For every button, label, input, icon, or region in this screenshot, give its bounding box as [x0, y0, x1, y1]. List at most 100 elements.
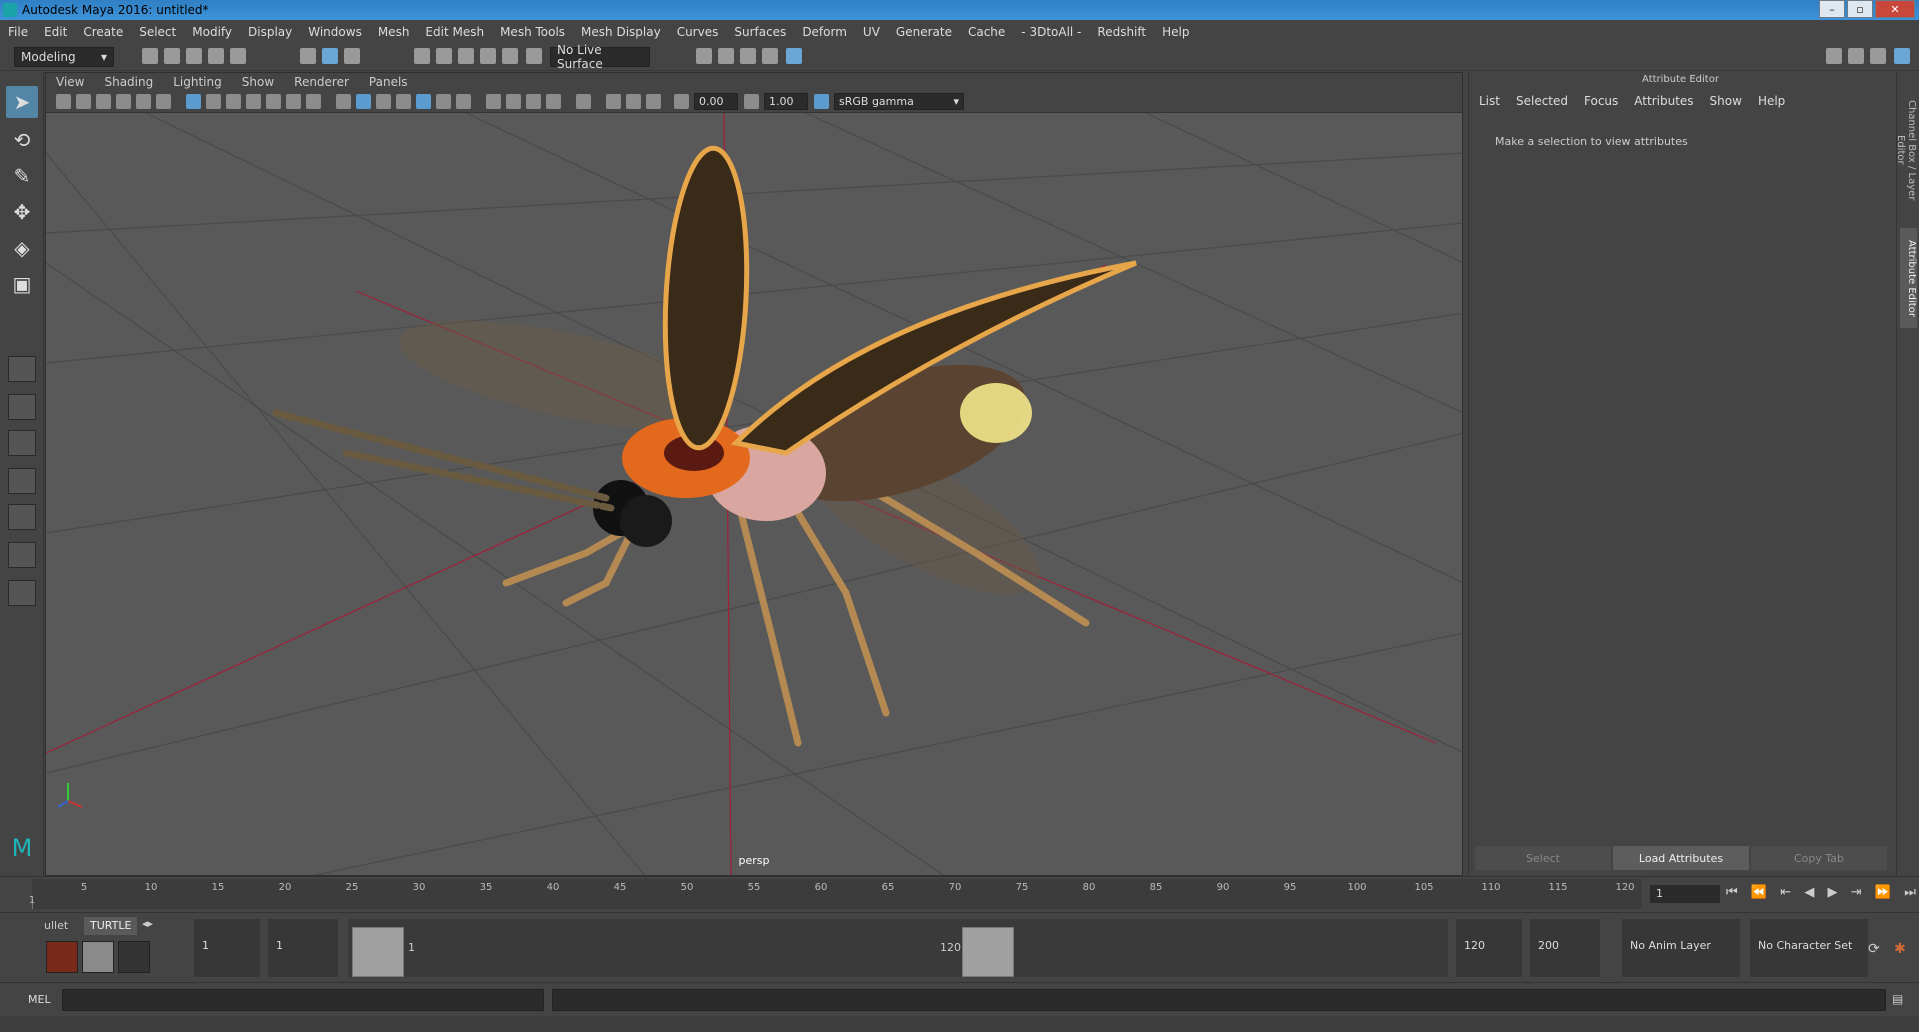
layout-four-panes-icon[interactable] [8, 394, 36, 420]
menu-curves[interactable]: Curves [669, 25, 727, 39]
menu-create[interactable]: Create [75, 25, 131, 39]
character-set-dropdown[interactable]: No Character Set [1750, 919, 1868, 977]
move-tool-icon[interactable]: ✥ [6, 196, 38, 228]
step-forward-frame-icon[interactable]: ⏩ [1875, 885, 1891, 903]
undo-icon[interactable] [208, 48, 224, 64]
bookmark-icon[interactable] [96, 94, 111, 109]
xray-icon[interactable] [606, 94, 621, 109]
render-frame-icon[interactable] [718, 48, 734, 64]
menu-windows[interactable]: Windows [300, 25, 370, 39]
redo-icon[interactable] [230, 48, 246, 64]
attr-menu-show[interactable]: Show [1710, 94, 1742, 108]
wireframe-on-shaded-icon[interactable] [396, 94, 411, 109]
make-live-icon[interactable] [502, 48, 518, 64]
open-scene-icon[interactable] [164, 48, 180, 64]
multisample-aa-icon[interactable] [526, 94, 541, 109]
select-by-hierarchy-icon[interactable] [300, 48, 316, 64]
sphere-icon[interactable] [118, 941, 150, 973]
play-backwards-icon[interactable]: ◀ [1804, 885, 1814, 903]
scene-view[interactable] [46, 113, 1463, 876]
gate-mask-icon[interactable] [246, 94, 261, 109]
attr-menu-attributes[interactable]: Attributes [1634, 94, 1693, 108]
close-button[interactable]: ✕ [1875, 0, 1915, 18]
menu-mesh-tools[interactable]: Mesh Tools [492, 25, 573, 39]
color-management-icon[interactable] [814, 94, 829, 109]
hypershade-icon[interactable] [786, 48, 802, 64]
shelf-tab-turtle[interactable]: TURTLE [84, 917, 138, 935]
field-chart-icon[interactable] [266, 94, 281, 109]
textured-icon[interactable] [416, 94, 431, 109]
snap-view-plane-icon[interactable] [480, 48, 496, 64]
layout-two-panes-icon[interactable] [8, 430, 36, 456]
film-gate-icon[interactable] [206, 94, 221, 109]
camera-attributes-icon[interactable] [76, 94, 91, 109]
step-back-key-icon[interactable]: ⇤ [1780, 885, 1791, 903]
command-input[interactable] [62, 989, 544, 1011]
menu-select[interactable]: Select [131, 25, 184, 39]
gamma-icon[interactable] [744, 94, 759, 109]
anim-layer-dropdown[interactable]: No Anim Layer [1622, 919, 1740, 977]
animation-start-field[interactable]: 1 [194, 919, 260, 977]
menu-cache[interactable]: Cache [960, 25, 1013, 39]
attr-menu-selected[interactable]: Selected [1516, 94, 1568, 108]
menu-edit[interactable]: Edit [36, 25, 75, 39]
auto-key-icon[interactable]: ⟳ [1868, 941, 1880, 957]
snap-grid-icon[interactable] [414, 48, 430, 64]
layout-outliner-icon[interactable] [8, 468, 36, 494]
menu-3dtoall[interactable]: - 3DtoAll - [1013, 25, 1089, 39]
layout-graph-icon[interactable] [8, 504, 36, 530]
range-slider[interactable]: 1 120 [348, 919, 1448, 977]
step-back-frame-icon[interactable]: ⏪ [1751, 885, 1767, 903]
playback-end-field[interactable]: 120 [1456, 919, 1522, 977]
attr-menu-focus[interactable]: Focus [1584, 94, 1618, 108]
menu-mesh-display[interactable]: Mesh Display [573, 25, 669, 39]
animation-end-field[interactable]: 200 [1530, 919, 1600, 977]
motion-blur-icon[interactable] [506, 94, 521, 109]
isolate-select-icon[interactable] [576, 94, 591, 109]
smooth-shade-icon[interactable] [356, 94, 371, 109]
attribute-editor-toggle-icon[interactable] [1848, 48, 1864, 64]
viewport-menu-panels[interactable]: Panels [359, 75, 418, 89]
save-scene-icon[interactable] [186, 48, 202, 64]
menu-help[interactable]: Help [1154, 25, 1197, 39]
range-start-handle[interactable] [352, 927, 404, 977]
attr-menu-help[interactable]: Help [1758, 94, 1785, 108]
show-manipulator-icon[interactable] [8, 356, 36, 382]
gamma-field[interactable]: 1.00 [764, 93, 808, 110]
current-frame-field[interactable]: 1 [1650, 885, 1720, 903]
shadows-icon[interactable] [456, 94, 471, 109]
safe-title-icon[interactable] [306, 94, 321, 109]
channel-box-toggle-icon[interactable] [1894, 48, 1910, 64]
lasso-tool-icon[interactable]: ⟲ [6, 124, 38, 156]
grid-toggle-icon[interactable] [186, 94, 201, 109]
ipr-render-icon[interactable] [740, 48, 756, 64]
viewport-menu-show[interactable]: Show [232, 75, 284, 89]
menu-deform[interactable]: Deform [794, 25, 855, 39]
shelf-scroll-arrows-icon[interactable]: ◂▸ [142, 917, 153, 930]
menu-modify[interactable]: Modify [184, 25, 240, 39]
mode-selector[interactable]: Modeling ▾ [14, 47, 114, 67]
layout-hypershade-icon[interactable] [8, 542, 36, 568]
resolution-gate-icon[interactable] [226, 94, 241, 109]
exposure-field[interactable]: 0.00 [694, 93, 738, 110]
magnet-icon[interactable] [526, 48, 542, 64]
xray-components-icon[interactable] [646, 94, 661, 109]
viewport-menu-view[interactable]: View [46, 75, 94, 89]
wireframe-icon[interactable] [336, 94, 351, 109]
attr-select-button[interactable]: Select [1475, 846, 1611, 870]
menu-uv[interactable]: UV [855, 25, 888, 39]
menu-redshift[interactable]: Redshift [1089, 25, 1154, 39]
select-tool-arrow-icon[interactable]: ➤ [6, 86, 38, 118]
maximize-button[interactable]: ▫ [1847, 0, 1873, 18]
command-language-label[interactable]: MEL [28, 993, 51, 1006]
play-forwards-icon[interactable]: ▶ [1828, 885, 1838, 903]
menu-mesh[interactable]: Mesh [370, 25, 418, 39]
exposure-icon[interactable] [674, 94, 689, 109]
menu-edit-mesh[interactable]: Edit Mesh [417, 25, 492, 39]
viewport-menu-renderer[interactable]: Renderer [284, 75, 359, 89]
attr-menu-list[interactable]: List [1479, 94, 1500, 108]
rotate-tool-icon[interactable]: ◈ [6, 232, 38, 264]
firefly-render-icon[interactable] [46, 941, 78, 973]
scale-tool-icon[interactable]: ▣ [6, 268, 38, 300]
go-to-start-icon[interactable]: ⏮ [1726, 885, 1738, 903]
